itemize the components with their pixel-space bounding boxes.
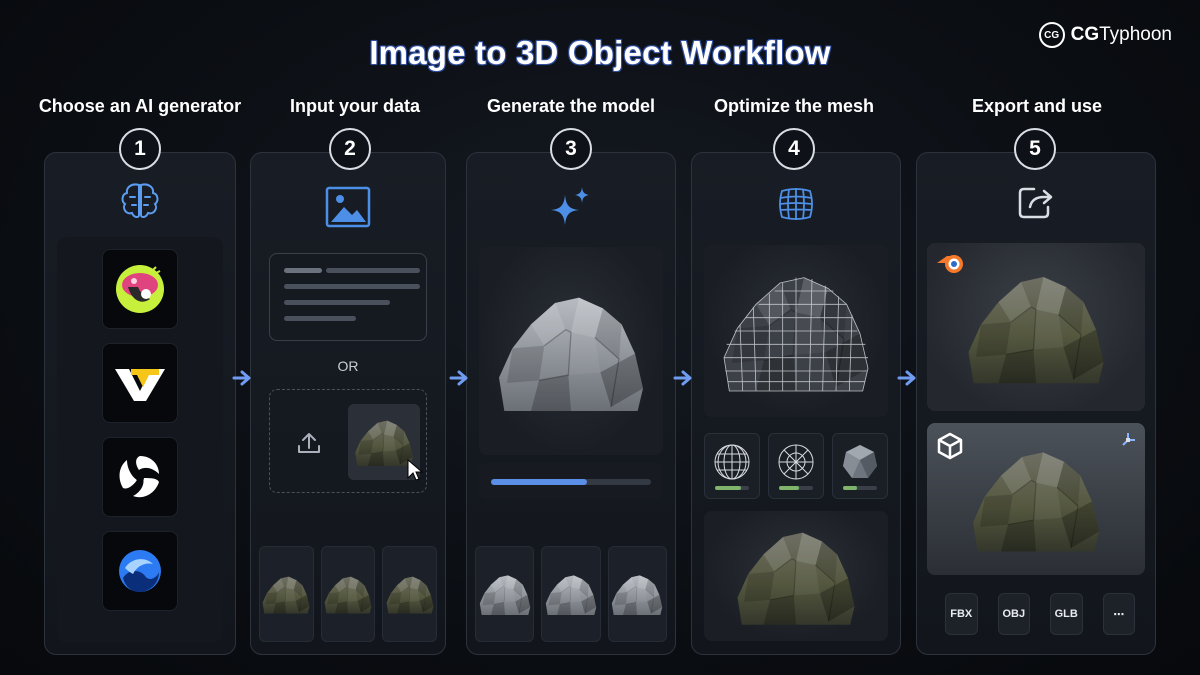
rock-model-render bbox=[731, 520, 861, 632]
lod-options-row bbox=[704, 433, 888, 499]
brain-icon bbox=[121, 183, 159, 219]
generator-option-3[interactable] bbox=[102, 437, 178, 517]
lod-quality-fill bbox=[779, 486, 800, 490]
rock-image bbox=[384, 571, 436, 617]
step-3-badge: 3 bbox=[550, 128, 592, 170]
blue-wave-logo-icon bbox=[119, 550, 161, 592]
text-prompt-input[interactable] bbox=[269, 253, 427, 341]
lod-quality-bar bbox=[715, 486, 749, 490]
brand-badge: CG bbox=[1038, 22, 1065, 48]
lod-option-low[interactable] bbox=[832, 433, 888, 499]
step-5-title: Export and use bbox=[971, 96, 1103, 116]
lod-option-high[interactable] bbox=[704, 433, 760, 499]
step-1-card bbox=[44, 152, 236, 655]
arrow-right-icon bbox=[897, 370, 916, 386]
step-3-card bbox=[466, 152, 676, 655]
model-variant-2[interactable] bbox=[541, 546, 601, 642]
arrow-right-icon bbox=[449, 370, 468, 386]
mesh-grid-icon bbox=[779, 188, 813, 220]
step-3-title: Generate the model bbox=[486, 96, 656, 116]
step-4-card bbox=[691, 152, 901, 655]
step-2-badge: 2 bbox=[329, 128, 371, 170]
step-2-card: OR bbox=[250, 152, 446, 655]
cursor-icon bbox=[407, 458, 424, 481]
lod-quality-bar bbox=[779, 486, 813, 490]
export-glb-button[interactable]: GLB bbox=[1050, 593, 1083, 635]
reference-image-1[interactable] bbox=[259, 546, 314, 642]
wireframe-preview[interactable] bbox=[704, 245, 888, 417]
blender-scene-preview[interactable] bbox=[927, 243, 1145, 411]
lowpoly-sphere-icon bbox=[843, 445, 877, 478]
lod-quality-fill bbox=[843, 486, 857, 490]
step-1-title: Choose an AI generator bbox=[38, 96, 242, 116]
upload-icon[interactable] bbox=[296, 430, 322, 456]
rock-image bbox=[322, 571, 374, 617]
export-formats-row: FBX OBJ GLB ⋯ bbox=[945, 593, 1135, 635]
page-title: Image to 3D Object Workflow bbox=[369, 34, 831, 71]
rock-image bbox=[260, 571, 312, 617]
blender-icon bbox=[937, 255, 963, 273]
or-label: OR bbox=[337, 358, 359, 374]
lod-quality-fill bbox=[715, 486, 741, 490]
brand-name: CGTyphoon bbox=[1071, 24, 1172, 46]
arrow-right-icon bbox=[673, 370, 692, 386]
brand-logo: CG CGTyphoon bbox=[1038, 22, 1172, 48]
share-icon bbox=[1018, 187, 1053, 219]
generator-list bbox=[57, 237, 223, 643]
swirl-logo-icon bbox=[119, 456, 159, 498]
rock-model-render bbox=[961, 264, 1111, 390]
more-formats-button[interactable]: ⋯ bbox=[1102, 593, 1135, 635]
image-icon bbox=[325, 186, 371, 228]
brand-name-bold: CG bbox=[1070, 24, 1100, 45]
step-4-badge: 4 bbox=[773, 128, 815, 170]
reference-image-2[interactable] bbox=[320, 546, 376, 642]
generator-option-2[interactable] bbox=[102, 343, 178, 423]
unity-scene-preview[interactable] bbox=[927, 423, 1145, 575]
rock-model-render bbox=[477, 570, 533, 618]
generator-option-1[interactable] bbox=[102, 249, 178, 329]
progress-track bbox=[491, 479, 651, 485]
textured-model-preview[interactable] bbox=[704, 511, 888, 641]
reference-image-3[interactable] bbox=[382, 546, 438, 642]
wire-sphere-high-icon bbox=[714, 444, 750, 480]
generator-option-4[interactable] bbox=[102, 531, 178, 611]
rock-model-render bbox=[543, 570, 599, 618]
step-2-title: Input your data bbox=[290, 96, 420, 116]
step-1-badge: 1 bbox=[119, 128, 161, 170]
reference-images-row bbox=[259, 546, 438, 642]
mushroom-logo-icon bbox=[116, 265, 164, 313]
model-variants-row bbox=[475, 546, 667, 642]
sparkle-icon bbox=[551, 187, 589, 225]
progress-fill bbox=[491, 479, 587, 485]
model-variant-3[interactable] bbox=[607, 546, 667, 642]
model-variant-1[interactable] bbox=[475, 546, 535, 642]
step-5-badge: 5 bbox=[1014, 128, 1056, 170]
brand-name-rest: Typhoon bbox=[1099, 24, 1172, 45]
gizmo-icon bbox=[1122, 433, 1135, 446]
rock-model-render bbox=[966, 440, 1106, 558]
export-obj-button[interactable]: OBJ bbox=[997, 593, 1030, 635]
generated-model-preview[interactable] bbox=[479, 247, 663, 455]
step-5-card: FBX OBJ GLB ⋯ bbox=[916, 152, 1156, 655]
arrow-right-icon bbox=[232, 370, 251, 386]
unity-icon bbox=[937, 432, 963, 460]
step-4-title: Optimize the mesh bbox=[713, 96, 875, 116]
rock-model-render bbox=[491, 281, 651, 421]
wireframe-rock bbox=[716, 261, 876, 401]
generation-progress bbox=[479, 463, 663, 499]
lod-quality-bar bbox=[843, 486, 877, 490]
wire-sphere-mid-icon bbox=[778, 444, 814, 480]
lod-option-mid[interactable] bbox=[768, 433, 824, 499]
image-upload-dropzone[interactable] bbox=[269, 389, 427, 493]
export-fbx-button[interactable]: FBX bbox=[945, 593, 978, 635]
vt-logo-icon bbox=[115, 369, 165, 401]
rock-model-render bbox=[609, 570, 665, 618]
